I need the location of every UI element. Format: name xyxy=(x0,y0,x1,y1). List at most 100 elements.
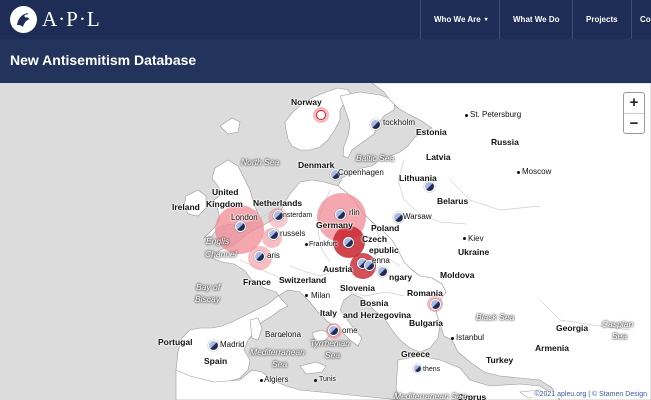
nav-label: Who We Are xyxy=(434,15,481,24)
label-city: London xyxy=(231,213,258,222)
label-sea: Tyrrhenian xyxy=(310,338,350,348)
city-dot xyxy=(314,379,317,382)
city-dot xyxy=(451,337,454,340)
main-nav: Who We Are ▾ What We Do Projects Co xyxy=(420,0,651,39)
brand-logo[interactable]: A·P·L xyxy=(10,6,101,33)
label-city: enna xyxy=(372,256,390,265)
label-city: Milan xyxy=(311,291,331,300)
label-city: St. Petersburg xyxy=(470,110,522,119)
label-country: France xyxy=(243,277,271,287)
label-city: Madrid xyxy=(220,340,245,349)
city-dot xyxy=(305,294,308,297)
label-country: Italy xyxy=(320,308,338,318)
label-sea: North Sea xyxy=(241,157,280,167)
label-country: Ireland xyxy=(172,202,200,212)
pin-paris[interactable] xyxy=(254,251,265,262)
nav-who-we-are[interactable]: Who We Are ▾ xyxy=(420,0,499,39)
label-sea: Mediterranean xyxy=(250,347,305,357)
label-sea: Biscay xyxy=(195,294,221,304)
label-city: Frankfurt xyxy=(309,241,338,248)
label-country: Latvia xyxy=(426,152,451,162)
label-city: rlin xyxy=(349,208,360,217)
label-country: Norway xyxy=(291,97,322,107)
top-navbar: A·P·L Who We Are ▾ What We Do Projects C… xyxy=(0,0,651,39)
pin-madrid[interactable] xyxy=(208,340,219,351)
label-city: Moscow xyxy=(522,167,552,176)
city-dot xyxy=(260,379,263,382)
label-city: Barcelona xyxy=(265,330,302,339)
map-view[interactable]: Norway St. Petersburg tockholm Estonia R… xyxy=(0,83,651,400)
pin-prague[interactable] xyxy=(343,237,354,248)
label-sea: Sea xyxy=(612,331,628,341)
label-country: Ukraine xyxy=(458,247,490,257)
pin-rome[interactable] xyxy=(328,325,339,336)
pin-athens[interactable] xyxy=(413,364,422,373)
brand-name: A·P·L xyxy=(42,7,101,31)
label-city: Copenhagen xyxy=(338,168,384,177)
label-country: Armenia xyxy=(535,343,570,353)
label-country: Lithuania xyxy=(399,173,437,183)
nav-label: What We Do xyxy=(513,15,560,24)
label-country: Kingdom xyxy=(206,199,243,209)
label-sea: Bay of xyxy=(196,282,221,292)
label-city: Istanbul xyxy=(456,333,485,342)
nav-projects[interactable]: Projects xyxy=(572,0,631,39)
city-dot xyxy=(465,114,468,117)
label-sea: Mediterranean Sea xyxy=(394,391,467,400)
label-sea: Sea xyxy=(272,359,288,369)
label-country: Spain xyxy=(204,356,228,366)
label-sea: Sea xyxy=(325,350,341,360)
label-country: Poland xyxy=(371,223,400,233)
label-country: and Herzegovina xyxy=(343,310,412,320)
label-country: Slovenia xyxy=(340,283,375,293)
label-country: Estonia xyxy=(416,127,447,137)
city-dot xyxy=(463,237,466,240)
pin-brussels[interactable] xyxy=(268,229,279,240)
label-sea: Caspian xyxy=(602,319,634,329)
label-city: aris xyxy=(267,251,280,260)
zoom-out-button[interactable]: − xyxy=(624,113,644,133)
label-sea: Englis xyxy=(206,236,230,246)
nav-contact[interactable]: Co xyxy=(631,0,651,39)
label-country: Austria xyxy=(323,264,353,274)
label-country: Georgia xyxy=(556,323,589,333)
label-country: Moldova xyxy=(440,270,475,280)
label-country: Germany xyxy=(316,220,353,230)
nav-label: Co xyxy=(640,15,651,24)
label-country: Greece xyxy=(401,349,430,359)
pin-berlin[interactable] xyxy=(335,209,346,220)
nav-what-we-do[interactable]: What We Do xyxy=(499,0,572,39)
label-sea: Black Sea xyxy=(476,312,515,322)
label-country: Bulgaria xyxy=(409,318,444,328)
label-sea: Baltic Sea xyxy=(356,153,395,163)
label-city: Algiers xyxy=(264,375,289,384)
label-country: Portugal xyxy=(158,337,193,347)
pin-budapest[interactable] xyxy=(377,266,388,277)
apl-logo-icon xyxy=(10,6,37,33)
label-country: Switzerland xyxy=(279,275,327,285)
label-city: Tunis xyxy=(319,376,336,383)
chevron-down-icon: ▾ xyxy=(484,17,488,23)
label-city: Kiev xyxy=(468,234,484,243)
label-country: Romania xyxy=(407,288,443,298)
city-dot xyxy=(517,171,520,174)
page-title: New Antisemitism Database xyxy=(10,52,197,68)
label-country: Czech xyxy=(362,234,388,244)
label-city: ome xyxy=(342,326,358,335)
zoom-in-button[interactable]: + xyxy=(624,93,644,113)
label-country: Netherlands xyxy=(253,198,303,208)
label-city: russels xyxy=(280,229,306,238)
label-city: nsterdam xyxy=(283,212,313,219)
zoom-control: + − xyxy=(623,92,645,134)
label-country: United xyxy=(212,187,239,197)
label-country: Denmark xyxy=(298,160,335,170)
label-city: Warsaw xyxy=(403,212,432,221)
map-attribution[interactable]: ©2021 apleu.org | © Stamen Design xyxy=(532,391,649,398)
label-sea: Channel xyxy=(205,249,237,259)
label-country: ngary xyxy=(389,272,413,282)
pin-stockholm[interactable] xyxy=(370,119,381,130)
label-city: thens xyxy=(423,366,441,373)
marker-oslo-point[interactable] xyxy=(316,110,326,120)
label-country: epublic xyxy=(369,245,399,255)
pin-bucharest[interactable] xyxy=(430,299,441,310)
